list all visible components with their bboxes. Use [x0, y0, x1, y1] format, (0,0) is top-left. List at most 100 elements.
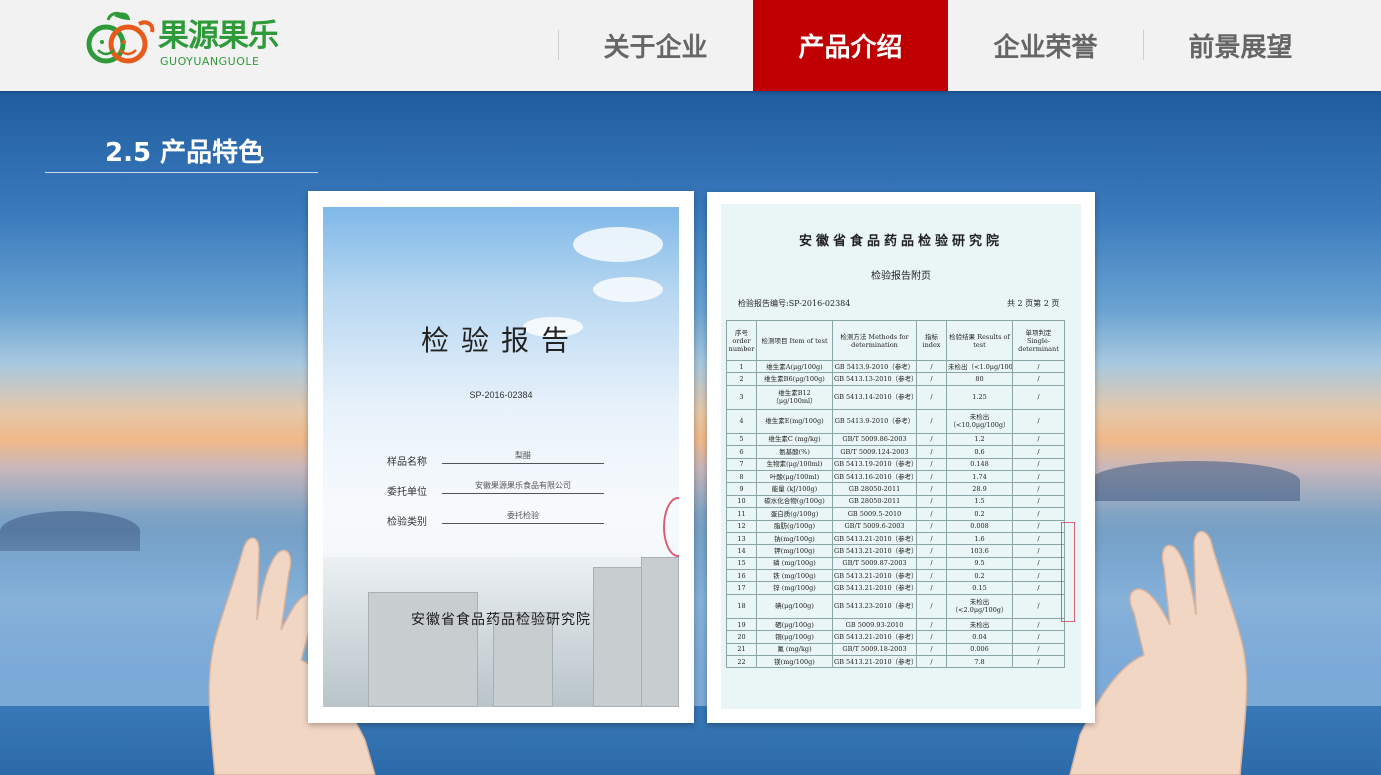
table-cell: 11: [726, 507, 757, 521]
table-cell: 钠(mg/100g): [756, 531, 833, 546]
table-cell: 19: [726, 617, 757, 632]
table-cell: /: [916, 408, 947, 434]
table-cell: /: [1012, 372, 1065, 386]
table-cell: 3: [726, 384, 757, 410]
report-cover: 检验报告 SP-2016-02384 样品名称 梨醋 委托单位 安徽果源果乐食品…: [323, 207, 679, 707]
table-row: 19 硒(μg/100g) GB 5009.93-2010/未检出 /: [726, 617, 1065, 632]
table-row: 18 碘(μg/100g) GB 5413.23-2010（参考） / 未检出（<2.0…: [726, 593, 1065, 619]
table-cell: 1.6: [946, 531, 1013, 546]
table-cell: GB 5413.21-2010（参考）: [832, 630, 917, 644]
report-cover-card[interactable]: 检验报告 SP-2016-02384 样品名称 梨醋 委托单位 安徽果源果乐食品…: [308, 191, 694, 723]
table-row: 17 锌 (mg/100g) GB 5413.21-2010（参考）/0.15/: [726, 581, 1065, 595]
table-cell: /: [1012, 507, 1065, 521]
nav-item-products[interactable]: 产品介绍: [753, 0, 948, 91]
table-cell: /: [916, 457, 947, 471]
field-value: 委托检验: [442, 510, 604, 524]
table-cell: 15: [726, 556, 757, 571]
table-cell: GB 5413.19-2010（参考）: [832, 457, 917, 471]
table-cell: /: [1012, 630, 1065, 644]
table-row: 16 铁 (mg/100g) GB 5413.21-2010（参考）/0.2/: [726, 569, 1065, 583]
table-row: 7 生物素(μg/100ml) GB 5413.19-2010（参考）/0.148/: [726, 457, 1065, 471]
table-cell: /: [916, 617, 947, 632]
table-cell: 2: [726, 372, 757, 386]
table-cell: GB/T 5009.87-2003: [832, 556, 917, 571]
table-cell: 维生素B6(μg/100g): [756, 372, 833, 386]
table-cell: 12: [726, 519, 757, 533]
table-cell: /: [916, 556, 947, 571]
nav-label: 关于企业: [603, 33, 708, 63]
field-label: 委托单位: [387, 487, 427, 498]
table-cell: /: [916, 494, 947, 509]
table-cell: 7: [726, 457, 757, 471]
table-cell: /: [1012, 617, 1065, 632]
table-cell: 1.74: [946, 469, 1013, 484]
table-cell: 6: [726, 445, 757, 459]
table-cell: 13: [726, 531, 757, 546]
cover-field-type: 检验类别 委托检验: [387, 510, 617, 529]
cover-cloud: [573, 227, 663, 262]
table-cell: GB 5413.9-2010（参考）: [832, 408, 917, 434]
red-seal-stamp: [1061, 522, 1075, 622]
table-cell: GB/T 5009.86-2003: [832, 432, 917, 447]
field-label: 检验类别: [387, 517, 427, 528]
table-cell: 9: [726, 482, 757, 496]
table-cell: GB 5413.21-2010（参考）: [832, 544, 917, 558]
table-cell: 1.25: [946, 384, 1013, 410]
table-row: 12 脂肪(g/100g) GB/T 5009.6-2003/0.008/: [726, 519, 1065, 533]
logo[interactable]: 果源果乐 GUOYUANGUOLE: [84, 10, 284, 72]
table-row: 1 维生素A(μg/100g) GB 5413.9-2010（参考） / 未检出（<1.…: [726, 359, 1065, 374]
site-header: 果源果乐 GUOYUANGUOLE 关于企业 产品介绍 企业荣誉 前景展望: [0, 0, 1381, 91]
table-cell: 硒(μg/100g): [756, 617, 833, 632]
report-subtitle: 检验报告附页: [871, 271, 931, 282]
table-cell: 22: [726, 655, 757, 669]
nav-separator: [1143, 30, 1144, 60]
nav-item-honors[interactable]: 企业荣誉: [948, 0, 1143, 91]
cover-field-sample: 样品名称 梨醋: [387, 451, 617, 469]
table-cell: /: [916, 630, 947, 644]
table-cell: 磷 (mg/100g): [756, 556, 833, 571]
table-header-cell: 单项判定 Single-determinant: [1012, 320, 1065, 361]
table-cell: 0.6: [946, 445, 1013, 459]
table-cell: 14: [726, 544, 757, 558]
table-cell: GB 28050-2011: [832, 494, 917, 509]
table-row: 15 磷 (mg/100g) GB/T 5009.87-2003/9.5/: [726, 556, 1065, 571]
institute-building-photo: [323, 557, 679, 707]
nav-item-about[interactable]: 关于企业: [558, 0, 753, 91]
table-cell: 4: [726, 408, 757, 434]
table-cell: GB 5413.21-2010（参考）: [832, 569, 917, 583]
table-cell: /: [1012, 569, 1065, 583]
table-cell: GB 5413.9-2010（参考）: [832, 359, 917, 374]
table-cell: GB 5413.21-2010（参考）: [832, 531, 917, 546]
cover-institute-name: 安徽省食品药品检验研究院: [411, 612, 591, 628]
table-cell: /: [1012, 655, 1065, 669]
table-cell: 锌 (mg/100g): [756, 581, 833, 595]
table-cell: 生物素(μg/100ml): [756, 457, 833, 471]
table-cell: 1: [726, 359, 757, 374]
table-cell: 1.5: [946, 494, 1013, 509]
table-cell: 20: [726, 630, 757, 644]
fruit-logo-icon: [86, 11, 155, 64]
table-row: 2 维生素B6(μg/100g) GB 5413.13-2010（参考）/80/: [726, 372, 1065, 386]
table-cell: /: [1012, 469, 1065, 484]
table-cell: 镁(mg/100g): [756, 655, 833, 669]
table-cell: /: [1012, 494, 1065, 509]
nav-item-outlook[interactable]: 前景展望: [1143, 0, 1338, 91]
table-header-cell: 检测方法 Methods for determination: [832, 320, 917, 361]
report-appendix-card[interactable]: 安徽省食品药品检验研究院 检验报告附页 检验报告编号:SP-2016-02384…: [707, 192, 1095, 723]
table-cell: /: [1012, 531, 1065, 546]
table-cell: /: [916, 359, 947, 374]
table-cell: 维生素B12（μg/100ml）: [756, 384, 833, 410]
table-cell: GB/T 5009.18-2003: [832, 642, 917, 657]
table-cell: 维生素C (mg/kg): [756, 432, 833, 447]
table-cell: 0.04: [946, 630, 1013, 644]
table-cell: /: [1012, 581, 1065, 595]
table-cell: 28.9: [946, 482, 1013, 496]
table-cell: /: [916, 519, 947, 533]
table-cell: /: [1012, 519, 1065, 533]
table-cell: 103.6: [946, 544, 1013, 558]
table-header-row: 序号 order number 检测项目 Item of test 检测方法 Met…: [726, 320, 1065, 361]
table-row: 20 铜(μg/100g) GB 5413.21-2010（参考）/0.04/: [726, 630, 1065, 644]
table-cell: /: [1012, 408, 1065, 434]
table-cell: /: [916, 531, 947, 546]
table-cell: /: [916, 482, 947, 496]
